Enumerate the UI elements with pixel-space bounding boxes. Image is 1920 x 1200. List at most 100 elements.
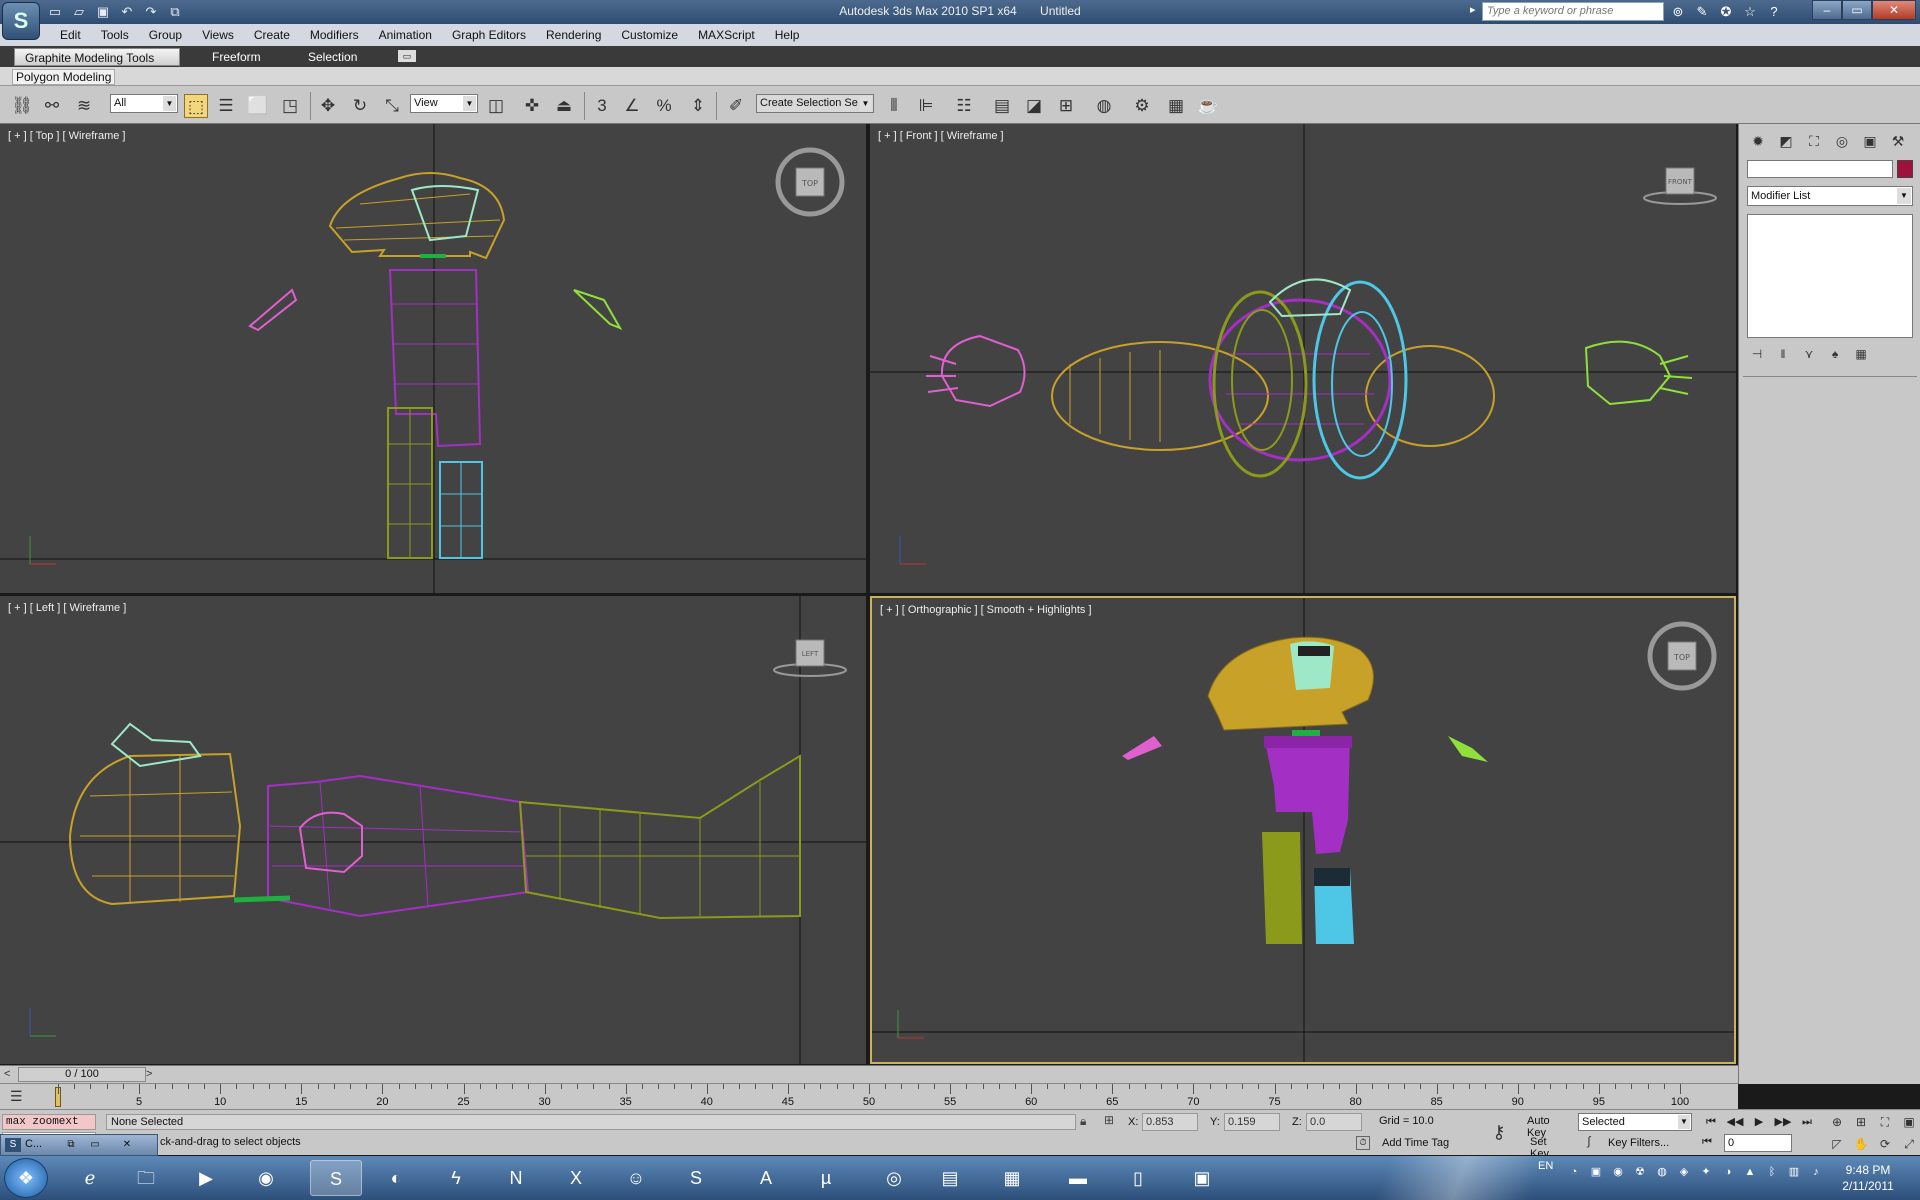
volume-icon[interactable]: ♪ xyxy=(1808,1164,1824,1180)
tray-icon-1[interactable]: ◔ xyxy=(1566,1164,1582,1180)
play-icon[interactable]: ▶ xyxy=(1748,1114,1770,1130)
nuke-icon[interactable]: N xyxy=(490,1160,542,1196)
select-and-manipulate-icon[interactable]: ✜ xyxy=(520,94,544,118)
infocenter-search-input[interactable]: Type a keyword or phrase xyxy=(1482,2,1664,21)
winrar-icon[interactable]: ▤ xyxy=(924,1160,976,1196)
select-object-icon[interactable]: ⬚ xyxy=(184,94,208,118)
messenger-icon[interactable]: ☺ xyxy=(610,1160,662,1196)
percent-snap-icon[interactable]: % xyxy=(652,94,676,118)
selection-filter-dropdown[interactable]: All ▼ xyxy=(110,94,178,113)
field-of-view-icon[interactable]: ◸ xyxy=(1826,1134,1848,1154)
internet-explorer-icon[interactable]: ℯ xyxy=(64,1160,116,1196)
menu-customize[interactable]: Customize xyxy=(611,24,688,46)
create-tab-icon[interactable]: ✹ xyxy=(1747,130,1769,152)
viewcube-front-label[interactable]: FRONT xyxy=(1668,178,1693,186)
modify-tab-icon[interactable]: ◩ xyxy=(1775,130,1797,152)
viewport-left-label[interactable]: [ + ] [ Left ] [ Wireframe ] xyxy=(8,602,126,614)
zoom-extents-icon[interactable]: ⛶ xyxy=(1874,1112,1896,1132)
binoculars-icon[interactable]: ⊚ xyxy=(1668,2,1688,22)
select-and-link-icon[interactable]: ⛓ xyxy=(10,94,34,118)
set-key-button[interactable]: Set Key xyxy=(1524,1134,1574,1160)
utilities-tab-icon[interactable]: ⚒ xyxy=(1887,130,1909,152)
rectangular-selection-icon[interactable]: ⬜ xyxy=(246,94,270,118)
schematic-view-icon[interactable]: ⊞ xyxy=(1054,94,1078,118)
viewcube-left-label[interactable]: LEFT xyxy=(802,650,819,658)
select-and-rotate-icon[interactable]: ↻ xyxy=(348,94,372,118)
viewport-left[interactable]: LEFT [ + ] [ Left ] [ Wireframe ] xyxy=(0,596,866,1064)
orbit-icon[interactable]: ⟳ xyxy=(1874,1134,1896,1154)
make-unique-icon[interactable]: ⋎ xyxy=(1799,344,1819,364)
set-key-icon[interactable]: ⚷ xyxy=(1484,1118,1514,1146)
viewport-top-label[interactable]: [ + ] [ Top ] [ Wireframe ] xyxy=(8,130,125,142)
time-slider-prev-button[interactable]: < xyxy=(4,1068,10,1080)
network-icon[interactable]: ▥ xyxy=(1786,1164,1802,1180)
xd-icon[interactable]: X xyxy=(550,1160,602,1196)
object-name-field[interactable] xyxy=(1747,160,1893,178)
favorites-star-icon[interactable]: ☆ xyxy=(1740,2,1760,22)
tray-icon-5[interactable]: ◍ xyxy=(1654,1164,1670,1180)
select-and-scale-icon[interactable]: ⤡ xyxy=(380,94,404,118)
layer-manager-icon[interactable]: ☷ xyxy=(952,94,976,118)
reference-coordinate-dropdown[interactable]: View ▼ xyxy=(410,94,478,113)
polygon-modeling-panel[interactable]: Polygon Modeling xyxy=(12,69,116,85)
rendered-frame-window-icon[interactable]: ▦ xyxy=(1164,94,1188,118)
tray-icon-2[interactable]: ▣ xyxy=(1588,1164,1604,1180)
motion-tab-icon[interactable]: ◎ xyxy=(1831,130,1853,152)
align-icon[interactable]: ⊫ xyxy=(914,94,938,118)
viewport-orthographic[interactable]: TOP [ + ] [ Orthographic ] [ Smooth + Hi… xyxy=(870,596,1736,1064)
tab-freeform[interactable]: Freeform xyxy=(202,48,271,66)
auto-key-button[interactable]: Auto Key xyxy=(1524,1113,1574,1139)
maxscript-mini-listener[interactable]: max zoomext xyxy=(2,1114,96,1130)
lock-selection-icon[interactable]: 🔒︎ xyxy=(1080,1114,1096,1130)
configure-modifier-sets-icon[interactable]: ▦ xyxy=(1851,344,1871,364)
render-setup-icon[interactable]: ⚙ xyxy=(1130,94,1154,118)
tab-graphite-modeling-tools[interactable]: Graphite Modeling Tools xyxy=(14,48,180,66)
y-coordinate-field[interactable]: 0.159 xyxy=(1224,1113,1280,1131)
bluetooth-icon[interactable]: ᛒ xyxy=(1764,1164,1780,1180)
unlink-icon[interactable]: ⚯ xyxy=(40,94,64,118)
3ds-max-taskbar-icon[interactable]: S xyxy=(310,1160,362,1196)
menu-tools[interactable]: Tools xyxy=(91,24,139,46)
close-button[interactable]: ✕ xyxy=(1872,0,1916,20)
keyboard-shortcut-override-icon[interactable]: ⏏ xyxy=(552,94,576,118)
menu-views[interactable]: Views xyxy=(192,24,244,46)
z-coordinate-field[interactable]: 0.0 xyxy=(1306,1113,1362,1131)
start-button[interactable]: ❖ xyxy=(4,1158,48,1198)
subscription-icon[interactable]: ✎ xyxy=(1692,2,1712,22)
zoom-extents-all-icon[interactable]: ▣ xyxy=(1898,1112,1920,1132)
ribbon-minimize-button[interactable]: ▭ xyxy=(398,50,416,62)
edit-named-selection-icon[interactable]: ✐ xyxy=(724,94,748,118)
absolute-mode-icon[interactable]: ⊞ xyxy=(1104,1113,1122,1131)
tray-icon-8[interactable]: ◑ xyxy=(1720,1164,1736,1180)
tab-selection[interactable]: Selection xyxy=(298,48,367,66)
key-mode-dropdown[interactable]: Selected ▼ xyxy=(1578,1113,1692,1131)
tray-icon-6[interactable]: ◈ xyxy=(1676,1164,1692,1180)
object-color-swatch[interactable] xyxy=(1897,160,1913,178)
menu-modifiers[interactable]: Modifiers xyxy=(300,24,369,46)
show-end-result-icon[interactable]: ‖ xyxy=(1773,344,1793,364)
pdf-reader-icon[interactable]: A xyxy=(740,1160,792,1196)
window-crossing-icon[interactable]: ◳ xyxy=(278,94,302,118)
communication-icon[interactable]: ✪ xyxy=(1716,2,1736,22)
tray-icon-3[interactable]: ◉ xyxy=(1610,1164,1626,1180)
time-slider-next-button[interactable]: > xyxy=(146,1068,152,1080)
maximize-icon[interactable]: ▭ xyxy=(85,1137,105,1153)
viewcube-top-label[interactable]: TOP xyxy=(801,179,818,188)
minimized-listener-window[interactable]: S C... ⧉ ▭ ✕ xyxy=(0,1134,158,1156)
modifier-stack[interactable] xyxy=(1747,214,1913,338)
minimize-button[interactable]: – xyxy=(1812,0,1842,20)
file-explorer-icon[interactable]: 🗀 xyxy=(120,1160,172,1196)
curve-editor-icon[interactable]: ◪ xyxy=(1022,94,1046,118)
pin-stack-icon[interactable]: ⊣ xyxy=(1747,344,1767,364)
close-icon[interactable]: ✕ xyxy=(117,1137,137,1153)
named-selection-set-dropdown[interactable]: Create Selection Se ▼ xyxy=(756,94,874,113)
tray-icon-7[interactable]: ✦ xyxy=(1698,1164,1714,1180)
maximize-button[interactable]: ▭ xyxy=(1842,0,1872,20)
angle-snap-icon[interactable]: ∠ xyxy=(620,94,644,118)
clock[interactable]: 9:48 PM 2/11/2011 xyxy=(1838,1162,1898,1194)
app-icon-5[interactable]: ◐ xyxy=(370,1160,422,1196)
tray-icon-4[interactable]: ☢ xyxy=(1632,1164,1648,1180)
input-language[interactable]: EN xyxy=(1538,1160,1553,1172)
flash-icon[interactable]: ϟ xyxy=(430,1160,482,1196)
mirror-icon[interactable]: ⫴ xyxy=(882,94,906,118)
